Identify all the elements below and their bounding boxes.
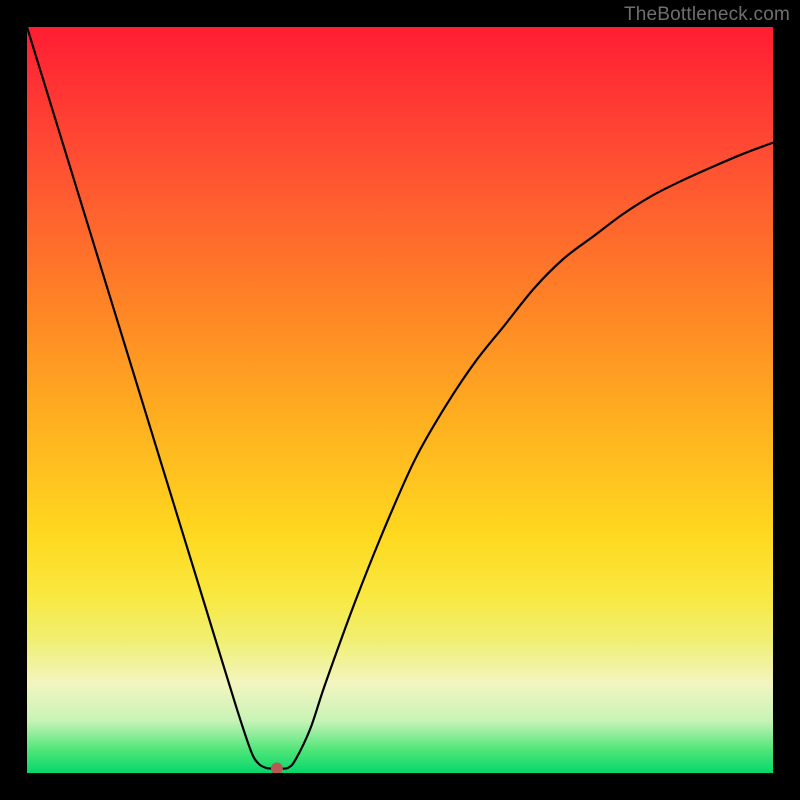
curve-path <box>27 27 773 769</box>
optimal-point-marker <box>271 763 283 773</box>
plot-area <box>27 27 773 773</box>
chart-frame: TheBottleneck.com <box>0 0 800 800</box>
attribution-text: TheBottleneck.com <box>624 4 790 26</box>
bottleneck-curve <box>27 27 773 773</box>
